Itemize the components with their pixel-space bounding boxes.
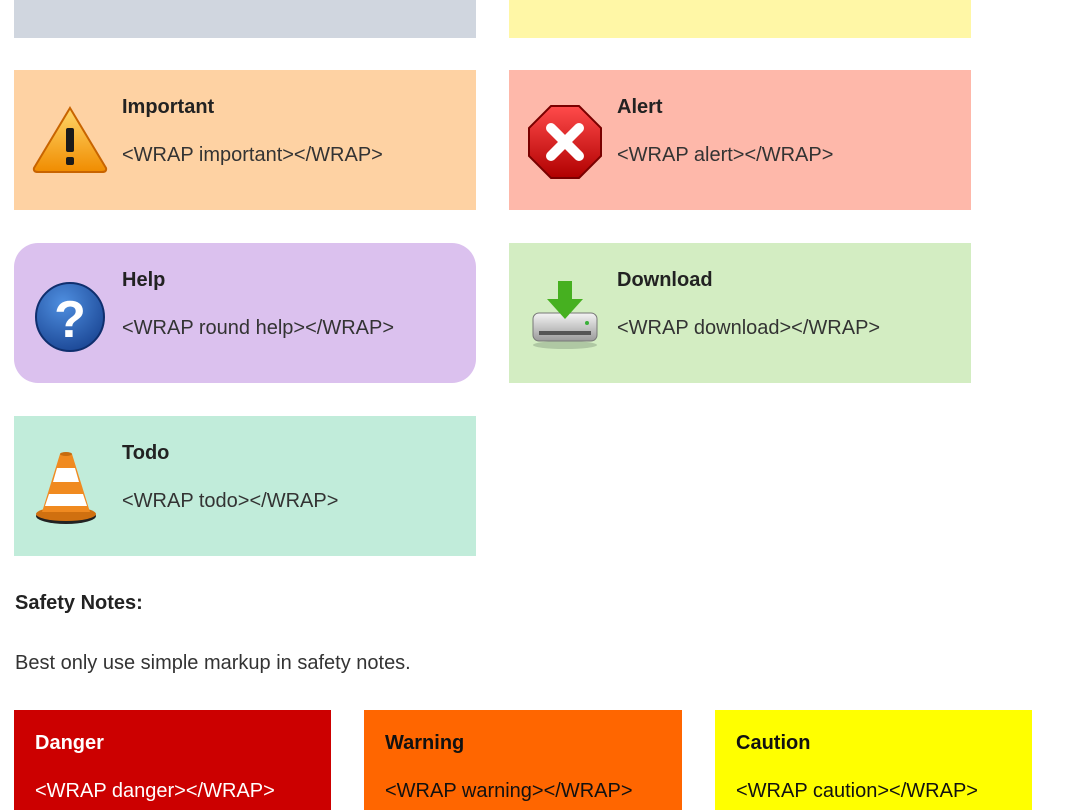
warning-triangle-icon — [32, 106, 108, 173]
important-code: <WRAP important></WRAP> — [122, 144, 383, 166]
danger-title: Danger — [35, 732, 104, 754]
download-box: Download <WRAP download></WRAP> — [509, 243, 971, 383]
download-title: Download — [617, 269, 713, 291]
alert-code: <WRAP alert></WRAP> — [617, 144, 834, 166]
important-box: Important <WRAP important></WRAP> — [14, 70, 476, 210]
help-box: ? Help <WRAP round help></WRAP> — [14, 243, 476, 383]
download-code: <WRAP download></WRAP> — [617, 317, 881, 339]
stop-x-icon — [528, 105, 602, 179]
download-drive-icon — [532, 281, 598, 349]
warning-title: Warning — [385, 732, 465, 754]
safety-notes-text: Best only use simple markup in safety no… — [15, 652, 411, 674]
danger-box: Danger <WRAP danger></WRAP> — [14, 710, 331, 810]
traffic-cone-icon — [36, 452, 96, 524]
todo-code: <WRAP todo></WRAP> — [122, 490, 339, 512]
caution-box: Caution <WRAP caution></WRAP> — [715, 710, 1032, 810]
safety-notes-heading: Safety Notes: — [15, 592, 143, 614]
todo-title: Todo — [122, 442, 170, 464]
alert-box: Alert <WRAP alert></WRAP> — [509, 70, 971, 210]
warning-box: Warning <WRAP warning></WRAP> — [364, 710, 682, 810]
caution-title: Caution — [736, 732, 811, 754]
info-box — [14, 0, 476, 38]
svg-text:?: ? — [54, 291, 86, 349]
todo-box: Todo <WRAP todo></WRAP> — [14, 416, 476, 556]
alert-title: Alert — [617, 96, 663, 118]
help-code: <WRAP round help></WRAP> — [122, 317, 394, 339]
question-mark-icon: ? — [35, 282, 105, 352]
important-title: Important — [122, 96, 215, 118]
help-title: Help — [122, 269, 166, 291]
tip-box — [509, 0, 971, 38]
